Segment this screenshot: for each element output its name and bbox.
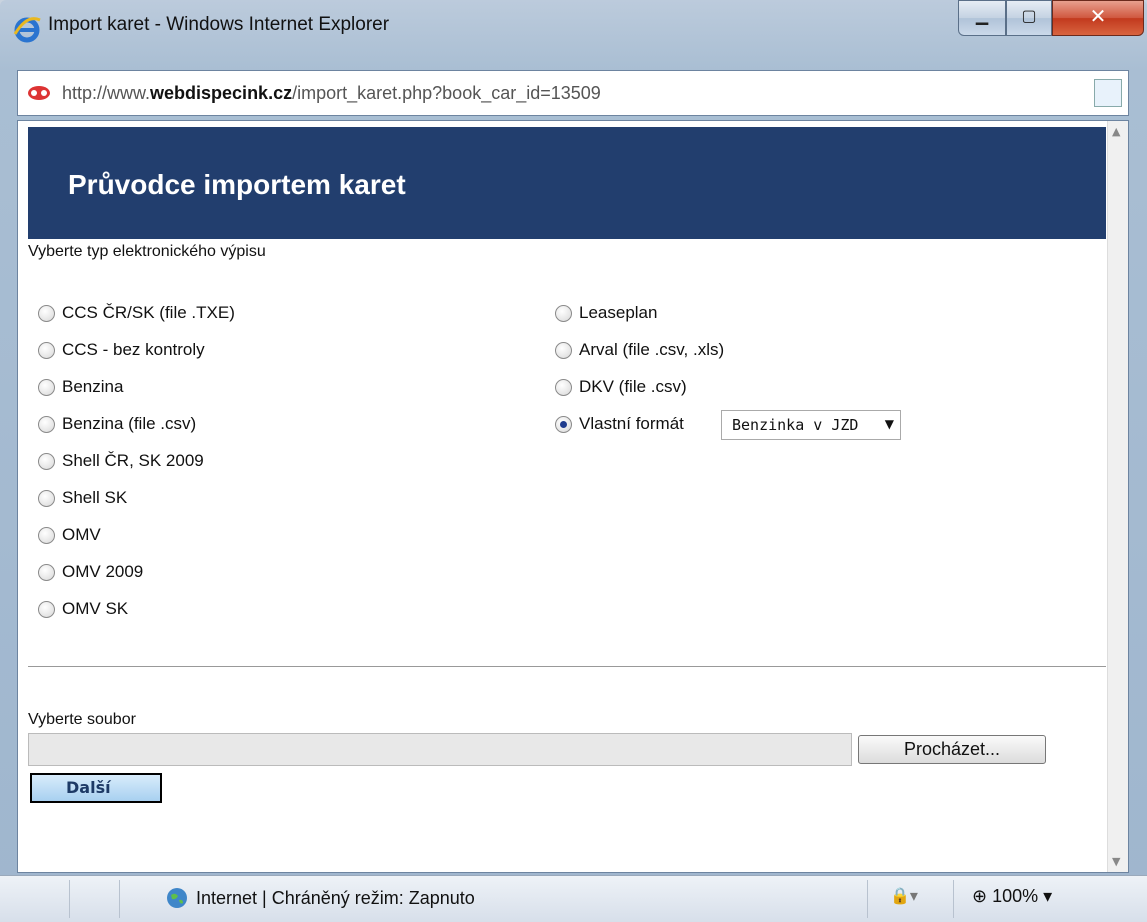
radio-option[interactable]: Leaseplan [555,300,657,326]
radio-option[interactable]: DKV (file .csv) [555,374,687,400]
zoom-level[interactable]: ⊕ 100% ▾ [972,886,1052,907]
compatibility-view-button[interactable] [1094,79,1122,107]
radio-label: Benzina (file .csv) [62,414,197,433]
page-banner: Průvodce importem karet [28,127,1106,239]
ie-logo-icon [13,17,41,43]
radio-button[interactable] [38,415,55,433]
radio-label: Benzina [62,377,124,396]
radio-option[interactable]: Benzina (file .csv) [38,411,196,437]
browser-window: Import karet - Windows Internet Explorer… [0,0,1147,922]
divider [28,666,1106,667]
radio-button[interactable] [38,489,55,507]
radio-button[interactable] [555,304,572,322]
radio-button[interactable] [38,304,55,322]
globe-icon [167,888,187,908]
radio-label: Leaseplan [579,303,658,322]
lock-icon[interactable]: 🔒▾ [890,886,918,905]
radio-label: OMV SK [62,599,129,618]
status-divider [68,880,70,918]
close-icon: ✕ [1089,4,1107,28]
page-icon [28,86,50,100]
minimize-button[interactable]: ▁ [958,0,1006,36]
radio-button[interactable] [38,452,55,470]
scroll-down-icon[interactable]: ▼ [1112,855,1120,868]
radio-label: Arval (file .csv, .xls) [579,340,725,359]
window-title: Import karet - Windows Internet Explorer [48,14,390,35]
security-zone-text: Internet | Chráněný režim: Zapnuto [196,888,475,908]
scroll-up-icon[interactable]: ▲ [1112,125,1120,138]
chevron-down-icon: ▼ [884,417,894,431]
radio-label: DKV (file .csv) [579,377,687,396]
radio-option[interactable]: Shell SK [38,485,127,511]
close-button[interactable]: ✕ [1052,0,1144,36]
radio-button[interactable] [38,341,55,359]
status-divider [866,880,868,918]
format-select-value: Benzinka v JZD [732,416,859,434]
title-bar: Import karet - Windows Internet Explorer… [0,0,1147,62]
vertical-scrollbar[interactable]: ▲ ▼ [1107,121,1128,872]
radio-label: Shell ČR, SK 2009 [62,451,204,470]
radio-button[interactable] [555,341,572,359]
url-text: http://www.webdispecink.cz/import_karet.… [62,83,601,103]
maximize-button[interactable]: ▢ [1006,0,1052,36]
radio-option[interactable]: CCS ČR/SK (file .TXE) [38,300,235,326]
status-divider [118,880,120,918]
radio-button[interactable] [38,378,55,396]
radio-option[interactable]: Shell ČR, SK 2009 [38,448,204,474]
radio-label: CCS ČR/SK (file .TXE) [62,303,235,322]
next-button[interactable]: Další [30,773,162,803]
address-bar[interactable]: http://www.webdispecink.cz/import_karet.… [17,70,1129,116]
radio-button[interactable] [38,563,55,581]
file-label: Vyberte soubor [28,711,136,728]
radio-label: Shell SK [62,488,128,507]
radio-label: OMV [62,525,101,544]
radio-label: CCS - bez kontroly [62,340,205,359]
status-divider [952,880,954,918]
radio-label: Vlastní formát [579,414,684,433]
radio-option[interactable]: OMV SK [38,596,128,622]
status-bar: Internet | Chráněný režim: Zapnuto 🔒▾ ⊕ … [0,875,1147,922]
radio-option[interactable]: Vlastní formát [555,411,684,437]
browse-button[interactable]: Procházet... [858,735,1046,764]
radio-option[interactable]: OMV [38,522,101,548]
file-input[interactable] [28,733,852,766]
radio-option[interactable]: Arval (file .csv, .xls) [555,337,724,363]
type-label: Vyberte typ elektronického výpisu [28,243,266,260]
format-select[interactable]: Benzinka v JZD ▼ [721,410,901,440]
radio-option[interactable]: Benzina [38,374,123,400]
maximize-icon: ▢ [1021,6,1037,25]
radio-label: OMV 2009 [62,562,144,581]
radio-button[interactable] [555,378,572,396]
minimize-icon: ▁ [975,6,989,25]
radio-option[interactable]: OMV 2009 [38,559,143,585]
page-content: Průvodce importem karet Vyberte typ elek… [17,120,1129,873]
radio-button[interactable] [555,415,572,433]
radio-button[interactable] [38,600,55,618]
radio-option[interactable]: CCS - bez kontroly [38,337,205,363]
radio-button[interactable] [38,526,55,544]
page-title: Průvodce importem karet [68,169,406,200]
